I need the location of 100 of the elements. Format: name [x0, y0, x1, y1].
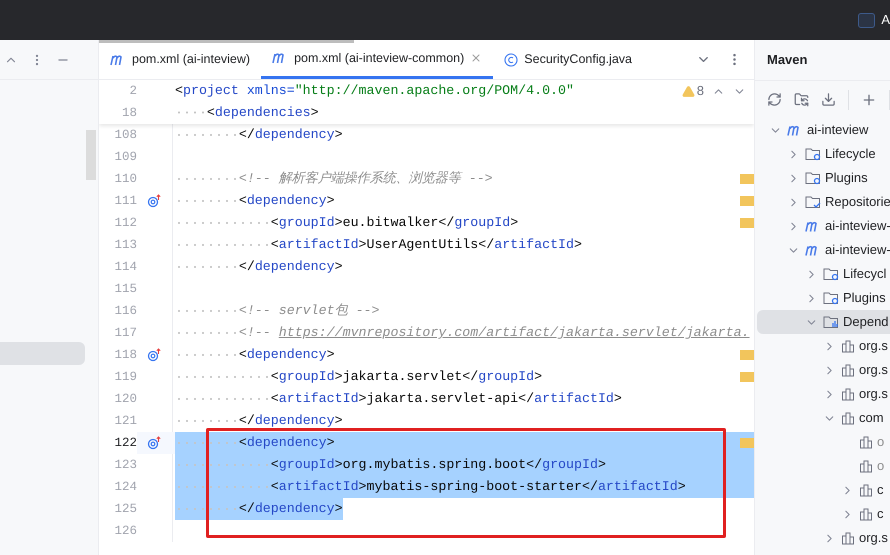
tree-label: ai-inteview-: [825, 217, 890, 236]
tree-item[interactable]: c: [757, 502, 890, 526]
tree-item[interactable]: Plugins: [757, 166, 890, 190]
folder-icon: [805, 171, 821, 185]
tree-label: Plugins: [843, 289, 886, 308]
implementation-icon[interactable]: [147, 436, 161, 450]
line-number: 115: [113, 280, 137, 298]
tree-item[interactable]: Lifecycl: [757, 262, 890, 286]
line-number: 2: [128, 82, 137, 100]
tree-label: c: [877, 505, 884, 524]
warning-icon: [682, 84, 695, 98]
library-icon: [859, 459, 873, 473]
tree-label: Lifecycl: [843, 265, 886, 284]
tree-label: Plugins: [825, 169, 868, 188]
tree-item[interactable]: org.s: [757, 334, 890, 358]
code-line: </dependency>: [175, 124, 343, 146]
tree-item[interactable]: org.s: [757, 382, 890, 406]
library-icon: [841, 531, 855, 545]
folder-icon: [805, 147, 821, 161]
tree-label: org.s: [859, 529, 888, 548]
line-number: 117: [113, 324, 137, 342]
tree-label: o: [877, 457, 884, 476]
tree-item[interactable]: ai-inteview-: [757, 238, 890, 262]
line-number: 112: [113, 214, 137, 232]
line-number: 110: [113, 170, 137, 188]
tree-label: org.s: [859, 385, 888, 404]
code-line: <project xmlns="http://maven.apache.org/POM/4.0.0": [175, 82, 574, 100]
line-number: 109: [113, 148, 137, 166]
tree-item[interactable]: c: [757, 478, 890, 502]
download-icon[interactable]: [821, 92, 836, 107]
tree-label: c: [877, 481, 884, 500]
line-number: 113: [113, 236, 137, 254]
library-icon: [841, 387, 855, 401]
title-bar-label[interactable]: A: [881, 10, 890, 30]
implementation-icon[interactable]: [147, 194, 161, 208]
library-icon: [841, 363, 855, 377]
tree-item[interactable]: org.s: [757, 526, 890, 550]
code-line: <dependency>: [175, 190, 335, 212]
code-line: <groupId>eu.bitwalker</groupId>: [175, 212, 518, 234]
tree-label: ai-inteview-: [825, 241, 890, 260]
tree-label: org.s: [859, 337, 888, 356]
line-number: 111: [113, 192, 137, 210]
tree-label: Lifecycle: [825, 145, 876, 164]
tree-label: Depend: [843, 313, 889, 332]
add-icon[interactable]: [861, 92, 877, 108]
code-line: <dependencies>: [175, 103, 319, 123]
code-line: <artifactId>UserAgentUtils</artifactId>: [175, 234, 582, 256]
tree-item[interactable]: com: [757, 406, 890, 430]
close-icon[interactable]: [470, 52, 482, 64]
tree-item[interactable]: Plugins: [757, 286, 890, 310]
folder-icon: [823, 315, 839, 329]
line-number: 126: [113, 522, 137, 540]
library-icon: [841, 411, 855, 425]
tree-label: o: [877, 433, 884, 452]
warning-count[interactable]: 8: [682, 81, 704, 101]
library-icon: [859, 507, 873, 521]
tree-item[interactable]: org.s: [757, 358, 890, 382]
window-icon[interactable]: [858, 12, 876, 28]
refresh-icon[interactable]: [767, 92, 782, 107]
tree-item[interactable]: ai-inteview-: [757, 214, 890, 238]
folder-icon: [805, 195, 821, 209]
code-line: <!-- servlet包 -->: [175, 300, 380, 322]
folder-icon: [823, 267, 839, 281]
line-number: 119: [113, 368, 137, 386]
line-number: 114: [113, 258, 137, 276]
line-number: 125: [113, 500, 137, 518]
line-number: 18: [120, 104, 137, 122]
tree-label: Repositorie: [825, 193, 890, 212]
tree-item[interactable]: Repositorie: [757, 190, 890, 214]
tree-item[interactable]: Lifecycle: [757, 142, 890, 166]
line-number: 124: [113, 478, 137, 496]
line-number: 123: [113, 456, 137, 474]
editor-tab[interactable]: pom.xml (ai-inteview): [99, 40, 262, 79]
tree-item[interactable]: ai-inteview: [757, 118, 890, 142]
code-line: <!-- 解析客户端操作系统、浏览器等 -->: [175, 168, 493, 190]
class-icon: [504, 52, 518, 66]
tab-label: SecurityConfig.java: [524, 51, 632, 68]
tree-label: ai-inteview: [807, 121, 868, 140]
editor-tab[interactable]: SecurityConfig.java: [493, 40, 643, 79]
folder-icon: [823, 291, 839, 305]
tab-label: pom.xml (ai-inteview-common): [294, 50, 464, 67]
panel-title: Maven: [767, 51, 808, 70]
scrollbar-thumb[interactable]: [86, 130, 96, 180]
tree-label: com: [859, 409, 884, 428]
line-number: 108: [113, 126, 137, 144]
tree-item[interactable]: Depend: [757, 310, 890, 334]
line-number: 116: [113, 302, 137, 320]
tree-label: org.s: [859, 361, 888, 380]
code-line: <artifactId>jakarta.servlet-api</artifactId>: [175, 388, 622, 410]
library-icon: [841, 339, 855, 353]
tab-label: pom.xml (ai-inteview): [132, 51, 250, 68]
code-line: <dependency>: [175, 344, 335, 366]
implementation-icon[interactable]: [147, 348, 161, 362]
library-icon: [859, 483, 873, 497]
folder-sync-icon[interactable]: [794, 92, 809, 107]
line-number: 121: [113, 412, 137, 430]
code-line: <groupId>jakarta.servlet</groupId>: [175, 366, 542, 388]
code-line: </dependency>: [175, 256, 343, 278]
line-number: 120: [113, 390, 137, 408]
line-number: 118: [113, 346, 137, 364]
